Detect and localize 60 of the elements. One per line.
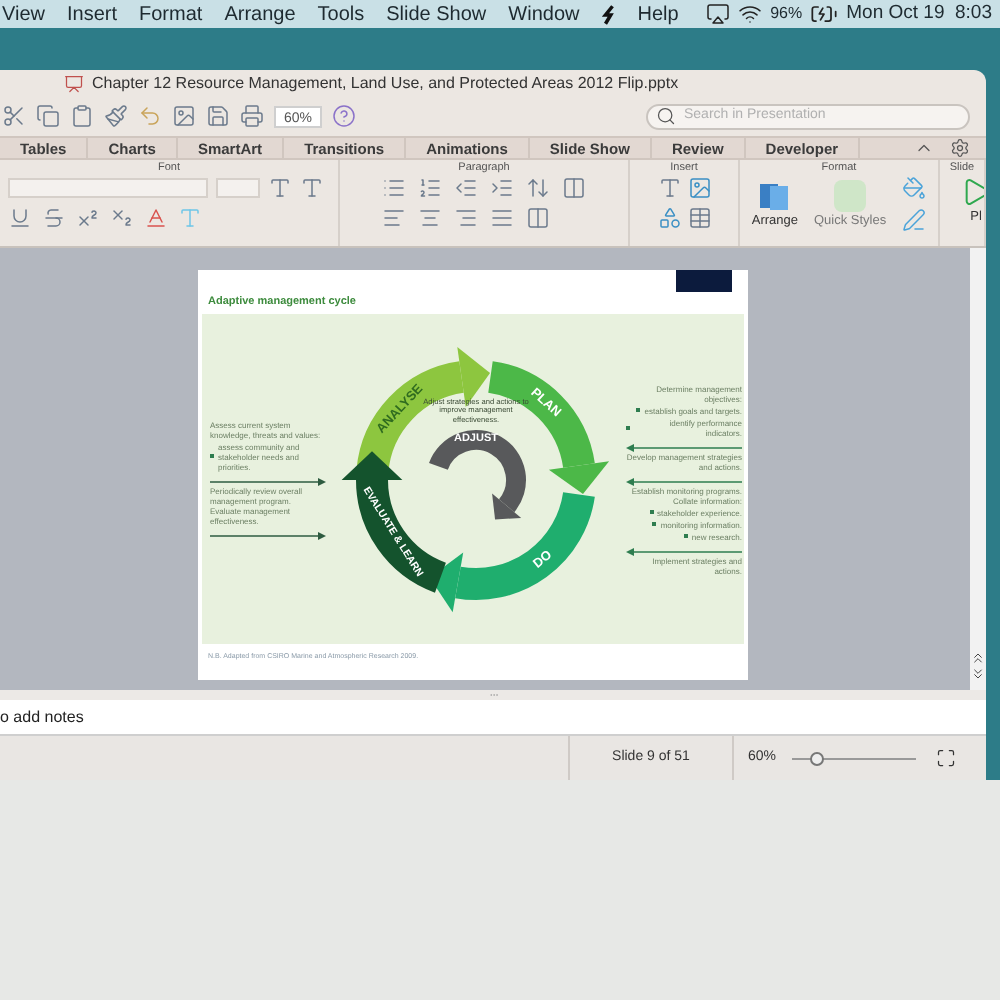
picture-icon[interactable]: [687, 176, 711, 200]
numbered-list-icon[interactable]: [418, 176, 442, 200]
indent-icon[interactable]: [490, 176, 514, 200]
previous-slide-icon[interactable]: [970, 650, 986, 666]
help-icon[interactable]: [332, 104, 356, 128]
style-swatch-icon: [834, 180, 867, 213]
paste-icon[interactable]: [70, 104, 94, 128]
menu-item[interactable]: Tools: [317, 0, 365, 29]
font-color-icon[interactable]: [144, 206, 168, 230]
outdent-icon[interactable]: [454, 176, 478, 200]
strikethrough-icon[interactable]: [42, 206, 66, 230]
align-center-icon[interactable]: [418, 206, 442, 230]
notes-pane[interactable]: o add notes: [0, 700, 986, 736]
justify-icon[interactable]: [490, 206, 514, 230]
battery-percent: 96%: [770, 2, 803, 26]
window-title: Chapter 12 Resource Management, Land Use, and Protected Areas 2012 Flip.pptx: [92, 71, 679, 95]
copy-icon[interactable]: [36, 104, 60, 128]
line-spacing-icon[interactable]: [526, 176, 550, 200]
clock[interactable]: Mon Oct 19 8:03: [846, 0, 992, 29]
subscript-icon[interactable]: [110, 206, 134, 230]
align-right-icon[interactable]: [454, 206, 478, 230]
menu-item[interactable]: Arrange: [224, 0, 296, 29]
evaluate-arrow: [341, 450, 447, 592]
cut-icon[interactable]: [2, 104, 26, 128]
menu-item[interactable]: Format: [139, 0, 203, 29]
underline-icon[interactable]: [8, 206, 32, 230]
arrange-icon: [758, 180, 791, 213]
save-icon[interactable]: [206, 104, 230, 128]
vertical-scrollbar[interactable]: [970, 248, 986, 690]
settings-icon[interactable]: [950, 138, 970, 158]
menu-item[interactable]: View: [2, 0, 45, 29]
columns-icon[interactable]: [562, 176, 586, 200]
menu-item[interactable]: Insert: [67, 0, 118, 29]
text-box-icon[interactable]: [657, 176, 681, 200]
table-icon[interactable]: [687, 206, 711, 230]
undo-icon[interactable]: [138, 104, 162, 128]
fit-window-icon[interactable]: [936, 748, 957, 768]
brush-icon[interactable]: [104, 104, 128, 128]
play-icon[interactable]: [960, 176, 984, 208]
adjust-arrow: [429, 429, 526, 519]
shapes-icon[interactable]: [657, 206, 681, 230]
menu-item[interactable]: Slide Show: [386, 0, 487, 29]
search-icon[interactable]: [656, 106, 676, 126]
next-slide-icon[interactable]: [970, 666, 986, 682]
zoom-slider-thumb[interactable]: [810, 751, 825, 765]
font-name-field[interactable]: [8, 178, 208, 198]
line-icon[interactable]: [902, 208, 927, 232]
fill-icon[interactable]: [902, 176, 927, 200]
print-icon[interactable]: [240, 104, 264, 128]
menu-item[interactable]: Help: [637, 0, 679, 29]
airplay-icon[interactable]: [706, 2, 731, 26]
header-block: [676, 270, 732, 292]
document-icon[interactable]: [64, 73, 84, 93]
picture-insert-icon[interactable]: [172, 104, 196, 128]
superscript-icon[interactable]: [76, 206, 100, 230]
menu-item[interactable]: Window: [508, 0, 580, 29]
align-left-icon[interactable]: [382, 206, 406, 230]
app-icon[interactable]: [601, 3, 616, 25]
battery-icon[interactable]: [810, 0, 839, 28]
font-size-field[interactable]: [216, 178, 260, 198]
